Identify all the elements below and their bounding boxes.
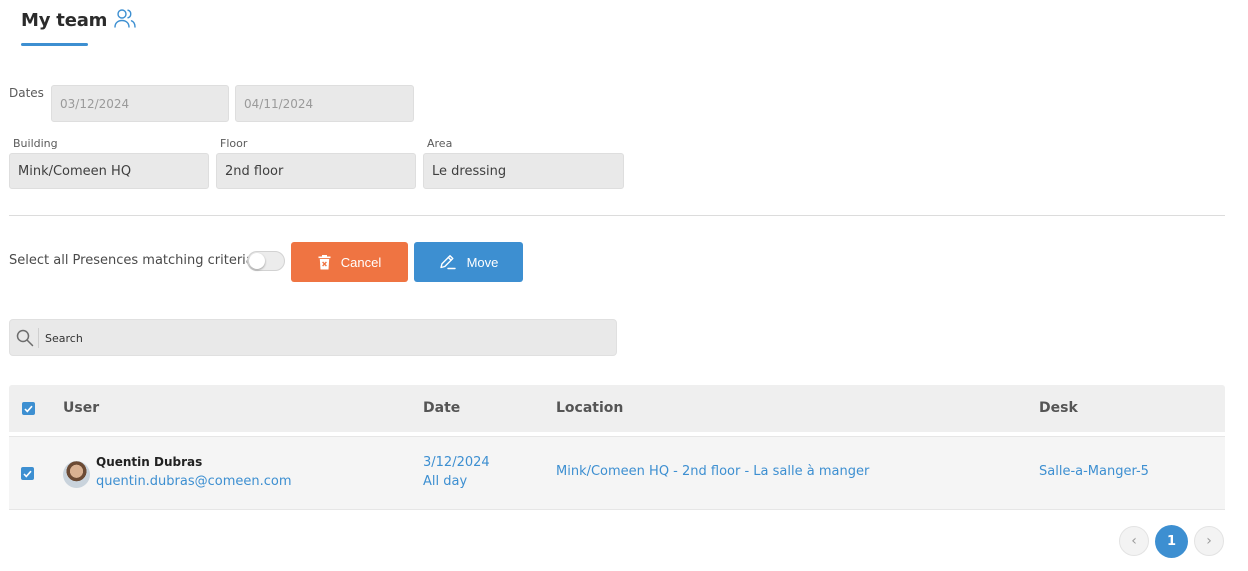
floor-label: Floor [220, 137, 248, 150]
column-header-user[interactable]: User [63, 400, 99, 416]
dates-label: Dates [9, 86, 44, 100]
pen-icon [439, 254, 457, 270]
cancel-button-label: Cancel [340, 254, 382, 270]
prev-page-button[interactable]: ‹ [1119, 526, 1149, 556]
search-bar [9, 319, 617, 356]
presence-duration: All day [423, 474, 468, 489]
column-header-date[interactable]: Date [423, 400, 460, 416]
column-header-location[interactable]: Location [556, 400, 623, 416]
move-button[interactable]: Move [414, 242, 523, 282]
presence-location[interactable]: Mink/Comeen HQ - 2nd floor - La salle à … [556, 464, 869, 479]
trash-icon [318, 254, 331, 270]
page-title: My team [21, 10, 108, 31]
building-label: Building [13, 137, 58, 150]
avatar [63, 461, 90, 488]
user-name: Quentin Dubras [96, 455, 203, 469]
presence-desk[interactable]: Salle-a-Manger-5 [1039, 464, 1149, 479]
select-all-checkbox[interactable] [22, 402, 35, 415]
toggle-knob [249, 253, 265, 269]
search-input[interactable] [45, 327, 605, 349]
end-date-field[interactable]: 04/11/2024 [235, 85, 414, 122]
building-select[interactable]: Mink/Comeen HQ [9, 153, 209, 189]
floor-select[interactable]: 2nd floor [216, 153, 416, 189]
title-underline [21, 43, 88, 46]
area-label: Area [427, 137, 453, 150]
area-select[interactable]: Le dressing [423, 153, 624, 189]
search-separator [38, 328, 39, 348]
select-all-label: Select all Presences matching criteria [9, 253, 254, 268]
search-icon [16, 329, 34, 347]
column-header-desk[interactable]: Desk [1039, 400, 1078, 416]
presence-date[interactable]: 3/12/2024 [423, 455, 490, 470]
select-all-toggle[interactable] [247, 251, 285, 271]
row-checkbox[interactable] [21, 467, 34, 480]
current-page-button[interactable]: 1 [1155, 525, 1188, 558]
user-email[interactable]: quentin.dubras@comeen.com [96, 474, 292, 489]
table-header: User Date Location Desk [9, 385, 1225, 432]
team-icon [113, 7, 137, 29]
next-page-button[interactable]: › [1194, 526, 1224, 556]
move-button-label: Move [466, 254, 499, 270]
cancel-button[interactable]: Cancel [291, 242, 408, 282]
divider [9, 215, 1225, 216]
table-row: Quentin Dubras quentin.dubras@comeen.com… [9, 436, 1225, 510]
start-date-field[interactable]: 03/12/2024 [51, 85, 229, 122]
